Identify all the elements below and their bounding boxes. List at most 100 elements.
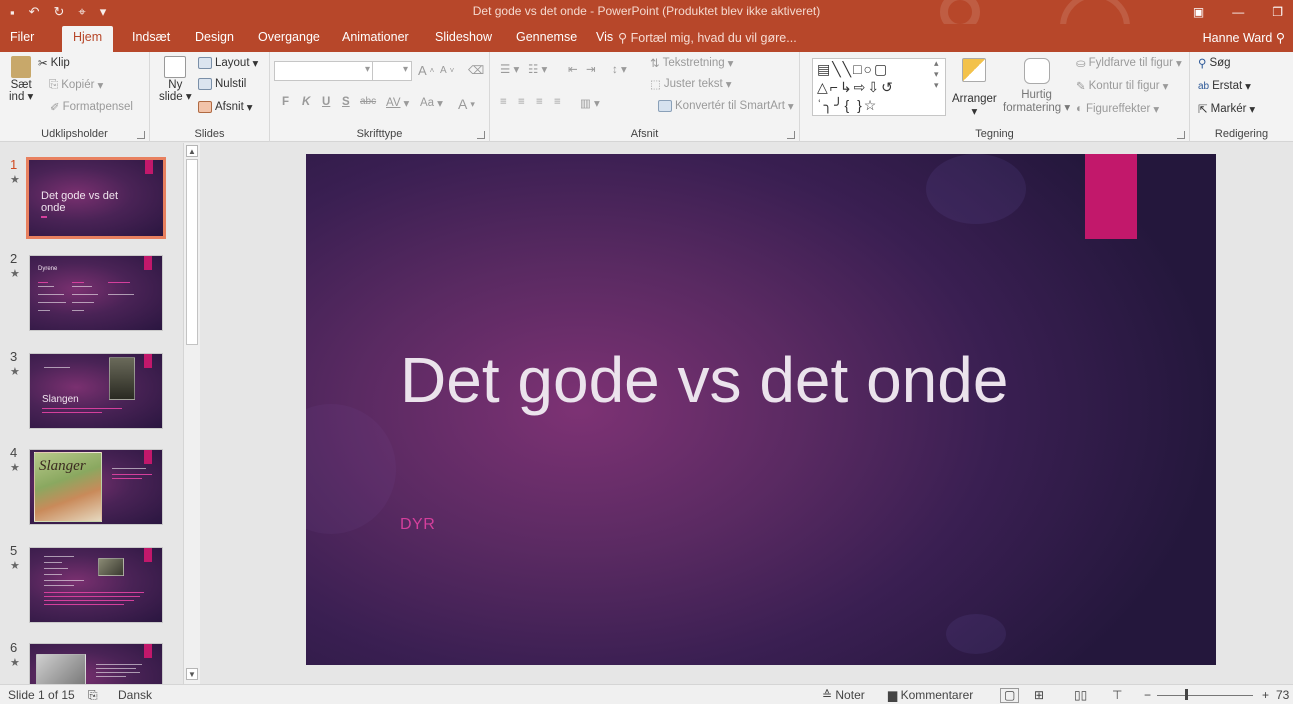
clear-formatting-icon[interactable]: ⌫ xyxy=(468,63,484,77)
align-text-button[interactable]: ⬚ Juster tekst ▾ xyxy=(650,77,731,91)
bullets-button[interactable]: ☰ ▾ xyxy=(500,62,519,76)
section-button[interactable]: Afsnit ▾ xyxy=(198,100,253,114)
slide-thumbnail-5[interactable] xyxy=(29,547,163,623)
ribbon-display-icon[interactable]: ▣ xyxy=(1193,5,1204,19)
change-case-button[interactable]: Aa ▾ xyxy=(420,96,443,110)
align-right-icon[interactable]: ≡ xyxy=(536,96,543,108)
scrollbar-thumb[interactable] xyxy=(186,159,198,345)
slide-title[interactable]: Det gode vs det onde xyxy=(400,344,1040,417)
character-spacing-button[interactable]: AV ▾ xyxy=(386,96,409,110)
tab-vis[interactable]: Vis xyxy=(596,30,613,44)
zoom-slider[interactable] xyxy=(1157,695,1253,696)
tab-filer[interactable]: Filer xyxy=(10,30,34,44)
shape-effects-button[interactable]: ◐ Figureffekter ▾ xyxy=(1076,102,1159,116)
user-account[interactable]: Hanne Ward ⚲ xyxy=(1203,30,1285,45)
justify-icon[interactable]: ≡ xyxy=(554,96,561,108)
share-icon[interactable]: ⚲ xyxy=(1276,31,1285,45)
find-button[interactable]: ⚲ Søg xyxy=(1198,56,1231,70)
bold-button[interactable]: F xyxy=(282,96,289,108)
slide-thumbnail-1[interactable]: Det gode vs det onde xyxy=(26,157,166,239)
slideshow-view-icon[interactable]: ⊤ xyxy=(1112,688,1122,702)
paste-button[interactable]: Sæt ind ▾ xyxy=(9,56,33,103)
align-left-icon[interactable]: ≡ xyxy=(500,96,507,108)
slide-thumbnail-2[interactable]: Dyrene xyxy=(29,255,163,331)
thumbnails-scrollbar[interactable]: ▲ ▼ xyxy=(183,143,200,684)
reset-button[interactable]: Nulstil xyxy=(198,78,246,90)
replace-button[interactable]: ab Erstat ▾ xyxy=(1198,79,1251,93)
clipboard-group-label: Udklipsholder xyxy=(41,128,108,140)
gallery-down-icon[interactable]: ▾ xyxy=(934,69,939,80)
slide-subtitle[interactable]: DYR xyxy=(400,516,435,534)
drawing-launcher-icon[interactable] xyxy=(1177,131,1185,139)
tab-animationer[interactable]: Animationer xyxy=(342,30,409,44)
minimize-icon[interactable]: — xyxy=(1232,5,1244,19)
cut-button[interactable]: ✂ Klip xyxy=(38,56,70,70)
comments-button[interactable]: ▆ Kommentarer xyxy=(888,688,973,702)
strikethrough-button[interactable]: abc xyxy=(360,96,376,107)
shadow-button[interactable]: S xyxy=(342,96,350,108)
select-button[interactable]: ⇱ Markér ▾ xyxy=(1198,102,1255,116)
language-indicator[interactable]: Dansk xyxy=(118,688,152,702)
thumbnail-text-line xyxy=(44,604,124,605)
slide-canvas[interactable]: Det gode vs det onde DYR xyxy=(306,154,1216,665)
scroll-up-icon[interactable]: ▲ xyxy=(186,145,198,157)
gallery-scroll[interactable]: ▴ ▾ ▾ xyxy=(934,58,939,91)
gallery-up-icon[interactable]: ▴ xyxy=(934,58,939,69)
convert-smartart-button[interactable]: Konvertér til SmartArt ▾ xyxy=(658,99,794,113)
copy-button[interactable]: ⎘ Kopiér ▾ xyxy=(49,78,103,93)
thumbnail-text-line xyxy=(96,668,136,669)
scroll-down-icon[interactable]: ▼ xyxy=(186,668,198,680)
zoom-level[interactable]: 73 xyxy=(1276,688,1289,702)
tab-design[interactable]: Design xyxy=(195,30,234,44)
arrange-button[interactable]: Arranger ▾ xyxy=(952,58,997,118)
zoom-in-icon[interactable]: + xyxy=(1262,688,1269,702)
thumbnail-text-line xyxy=(38,282,48,283)
tab-hjem[interactable]: Hjem xyxy=(62,26,114,52)
tab-overgange[interactable]: Overgange xyxy=(258,30,320,44)
thumbnail-text-line xyxy=(42,412,102,413)
gallery-more-icon[interactable]: ▾ xyxy=(934,80,939,91)
quick-styles-button[interactable]: Hurtig formatering ▾ xyxy=(1003,58,1070,114)
slide-thumbnail-3[interactable]: Slangen xyxy=(29,353,163,429)
paragraph-launcher-icon[interactable] xyxy=(787,131,795,139)
underline-button[interactable]: U xyxy=(322,96,330,108)
font-size-select[interactable] xyxy=(372,61,412,81)
columns-button[interactable]: ▥ ▾ xyxy=(580,96,600,110)
notes-button[interactable]: ≙ Noter xyxy=(822,688,865,702)
restore-icon[interactable]: ❐ xyxy=(1272,5,1283,19)
italic-button[interactable]: K xyxy=(302,96,310,108)
layout-button[interactable]: Layout ▾ xyxy=(198,56,258,70)
tab-slideshow[interactable]: Slideshow xyxy=(435,30,492,44)
thumbnail-text-line xyxy=(38,310,50,311)
grow-font-button[interactable]: A ˄ xyxy=(418,63,434,78)
slide-thumbnail-6[interactable] xyxy=(29,643,163,684)
zoom-slider-handle[interactable] xyxy=(1185,689,1188,700)
normal-view-icon[interactable]: ▢ xyxy=(1000,688,1020,703)
spellcheck-icon[interactable]: ⎘ xyxy=(88,688,98,703)
font-color-button[interactable]: A ▾ xyxy=(458,96,475,112)
title-bar: ▪ ↶ ↻ ⌖ ▾ Det gode vs det onde - PowerPo… xyxy=(0,0,1293,24)
shape-fill-button[interactable]: ⛀ Fyldfarve til figur ▾ xyxy=(1076,56,1182,70)
reading-view-icon[interactable]: ▯▯ xyxy=(1074,688,1087,702)
format-painter-button[interactable]: ✐ Formatpensel xyxy=(50,100,133,114)
numbering-button[interactable]: ☷ ▾ xyxy=(528,62,547,76)
shrink-font-button[interactable]: A ˅ xyxy=(440,65,454,76)
tell-me-box[interactable]: ⚲ Fortæl mig, hvad du vil gøre... xyxy=(618,30,797,45)
tab-indsaet[interactable]: Indsæt xyxy=(132,30,170,44)
zoom-out-icon[interactable]: − xyxy=(1144,688,1151,702)
clipboard-launcher-icon[interactable] xyxy=(137,131,145,139)
shape-outline-button[interactable]: ✎ Kontur til figur ▾ xyxy=(1076,79,1168,93)
line-spacing-button[interactable]: ↕ ▾ xyxy=(612,62,627,76)
increase-indent-icon[interactable]: ⇥ xyxy=(586,62,596,76)
text-direction-button[interactable]: ⇅ Tekstretning ▾ xyxy=(650,56,733,70)
slide-thumbnail-4[interactable]: Slanger xyxy=(29,449,163,525)
shapes-gallery[interactable]: ▤╲╲□○▢ △⌐↳⇨⇩↺ ʿ╮╯{ }☆ xyxy=(812,58,946,116)
animation-star-icon: ★ xyxy=(10,268,20,280)
slide-sorter-icon[interactable]: ⊞ xyxy=(1034,688,1044,702)
decrease-indent-icon[interactable]: ⇤ xyxy=(568,62,578,76)
new-slide-button[interactable]: Ny slide ▾ xyxy=(159,56,192,103)
font-launcher-icon[interactable] xyxy=(477,131,485,139)
tab-gennemse[interactable]: Gennemse xyxy=(516,30,577,44)
font-family-select[interactable] xyxy=(274,61,374,81)
align-center-icon[interactable]: ≡ xyxy=(518,96,525,108)
